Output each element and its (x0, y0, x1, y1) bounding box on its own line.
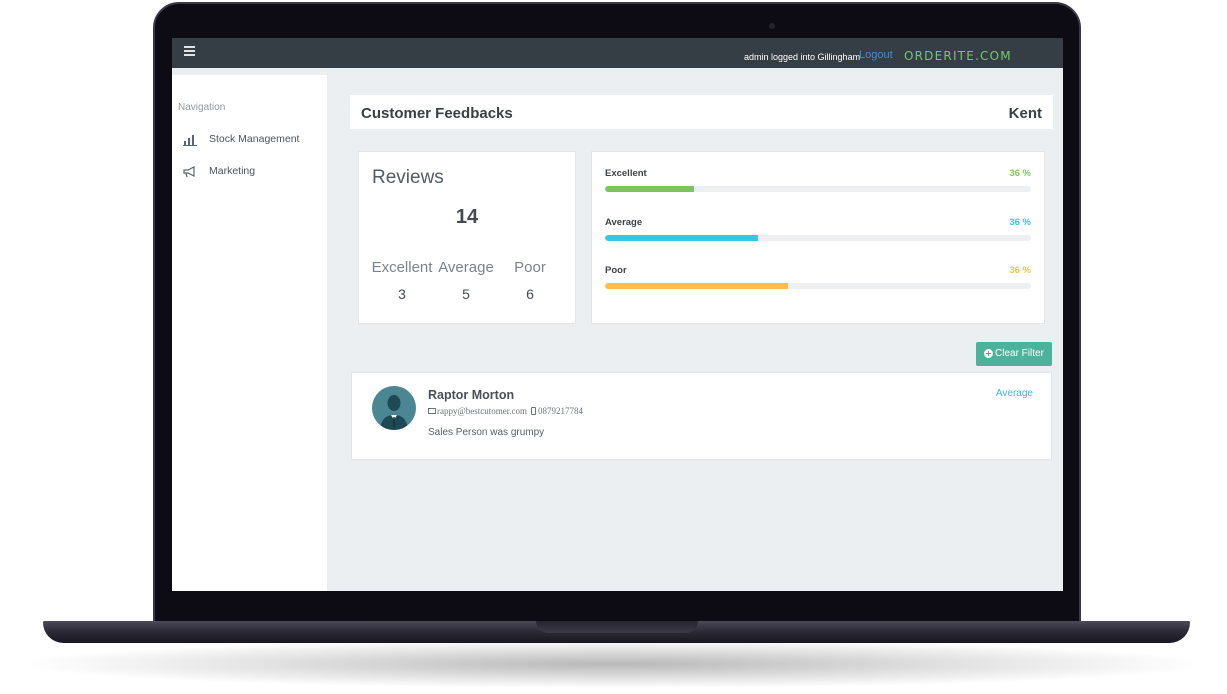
main-content: Customer Feedbacks Kent Reviews 14 Excel… (327, 68, 1063, 591)
laptop-notch (536, 621, 698, 633)
progress-track (605, 235, 1031, 241)
rating-bar-percent: 36 % (1009, 265, 1031, 276)
review-count-value: 5 (462, 286, 470, 302)
review-count-label: Poor (514, 259, 546, 276)
avatar (372, 386, 416, 430)
sidebar-item-marketing[interactable]: Marketing (183, 164, 323, 180)
progress-fill (605, 235, 759, 241)
app-screen: admin logged into Gillingham Logout ORDE… (172, 38, 1063, 591)
customer-phone: 0879217784 (538, 406, 584, 416)
feedback-card: Raptor Morton rappy@bestcutomer.com 08792… (351, 372, 1052, 460)
envelope-icon (428, 408, 436, 414)
location-label: Kent (1008, 105, 1042, 122)
review-count-label: Excellent (371, 259, 433, 276)
plus-circle-icon (984, 349, 993, 358)
rating-bars-card: Excellent 36 % Average 36 % Poor 36 % (591, 151, 1045, 324)
rating-bar-label: Poor (605, 265, 627, 276)
review-count-value: 6 (526, 286, 534, 302)
rating-bar-label: Average (605, 217, 643, 228)
laptop-shadow (30, 640, 1197, 688)
top-bar: admin logged into Gillingham Logout ORDE… (172, 38, 1063, 68)
feedback-rating-badge[interactable]: Average (996, 388, 1033, 399)
bar-chart-icon (183, 135, 197, 146)
menu-icon[interactable] (184, 46, 195, 56)
logout-link[interactable]: Logout (859, 49, 893, 61)
review-count-poor: Poor 6 (498, 259, 562, 302)
review-count-label: Average (438, 259, 494, 276)
rating-bar-percent: 36 % (1009, 168, 1031, 179)
customer-contact: rappy@bestcutomer.com 0879217784 (428, 406, 583, 416)
sidebar-item-label: Marketing (209, 165, 256, 177)
customer-name: Raptor Morton (428, 388, 515, 402)
review-count-value: 3 (398, 286, 406, 302)
feedback-comment: Sales Person was grumpy (428, 427, 545, 438)
reviews-title: Reviews (372, 167, 444, 188)
rating-bar-excellent: Excellent 36 % (605, 168, 1031, 198)
reviews-total: 14 (455, 206, 479, 228)
rating-bar-poor: Poor 36 % (605, 265, 1031, 295)
page-title: Customer Feedbacks (361, 105, 513, 122)
progress-track (605, 283, 1031, 289)
customer-email: rappy@bestcutomer.com (437, 406, 528, 416)
brand-logo: ORDERITE.COM (904, 49, 1012, 63)
rating-bar-average: Average 36 % (605, 217, 1031, 247)
sidebar: Navigation Stock Management Marketing (172, 75, 327, 591)
rating-bar-label: Excellent (605, 168, 647, 179)
mobile-phone-icon (531, 407, 537, 415)
camera (769, 23, 775, 29)
review-count-excellent: Excellent 3 (370, 259, 434, 302)
megaphone-icon (183, 166, 195, 178)
sidebar-item-stock-management[interactable]: Stock Management (183, 132, 323, 148)
clear-filter-label: Clear Filter (995, 348, 1044, 359)
navigation-heading: Navigation (178, 102, 226, 113)
progress-fill (605, 283, 789, 289)
review-count-average: Average 5 (434, 259, 498, 302)
progress-track (605, 186, 1031, 192)
sidebar-item-label: Stock Management (209, 133, 300, 145)
rating-bar-percent: 36 % (1009, 217, 1031, 228)
person-icon (380, 395, 408, 430)
clear-filter-button[interactable]: Clear Filter (976, 342, 1052, 366)
reviews-summary-card: Reviews 14 Excellent 3 Average 5 Poor 6 (358, 151, 576, 324)
page-header: Customer Feedbacks Kent (350, 95, 1053, 129)
logged-in-user-text: admin logged into Gillingham (744, 52, 861, 62)
progress-fill (605, 186, 695, 192)
